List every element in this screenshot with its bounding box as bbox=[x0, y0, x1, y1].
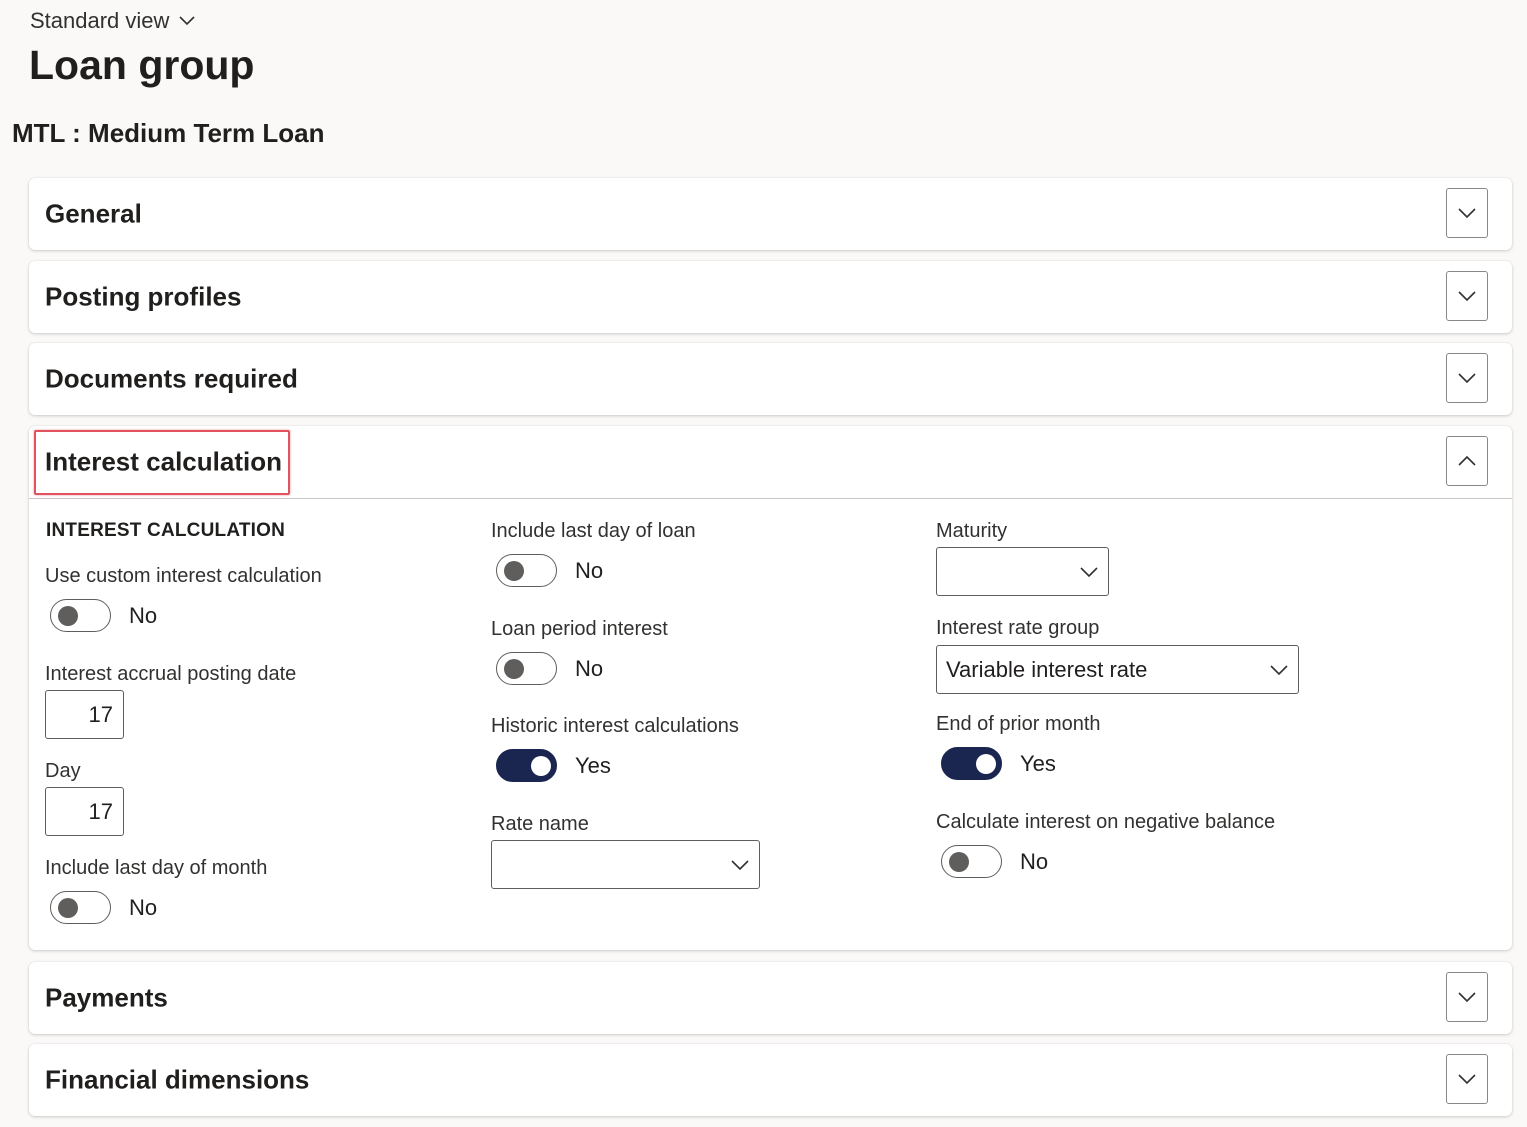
negative-balance-toggle-row: No bbox=[941, 845, 1048, 878]
fasttab-posting-profiles-title: Posting profiles bbox=[45, 281, 242, 312]
include-last-day-loan-toggle-row: No bbox=[496, 554, 603, 587]
chevron-down-icon bbox=[1458, 373, 1476, 384]
include-last-day-loan-label: Include last day of loan bbox=[491, 520, 696, 542]
chevron-down-icon bbox=[1458, 208, 1476, 219]
toggle-knob bbox=[949, 852, 969, 872]
negative-balance-value: No bbox=[1020, 848, 1049, 874]
include-last-day-month-toggle-row: No bbox=[50, 891, 157, 924]
chevron-up-icon bbox=[1458, 455, 1476, 466]
chevron-down-icon bbox=[1270, 665, 1288, 676]
chevron-down-icon bbox=[1458, 1074, 1476, 1085]
include-last-day-loan-value: No bbox=[575, 557, 604, 583]
view-selector-label: Standard view bbox=[30, 8, 170, 33]
toggle-knob bbox=[58, 898, 78, 918]
end-of-prior-month-toggle-row: Yes bbox=[941, 747, 1056, 780]
toggle-knob bbox=[58, 606, 78, 626]
accrual-posting-date-input[interactable]: 17 bbox=[45, 690, 124, 739]
loan-period-interest-value: No bbox=[575, 655, 604, 681]
maturity-select[interactable] bbox=[936, 547, 1109, 596]
expand-payments-button[interactable] bbox=[1446, 972, 1488, 1022]
interest-rate-group-select[interactable]: Variable interest rate bbox=[936, 645, 1299, 694]
include-last-day-month-toggle[interactable] bbox=[50, 891, 111, 924]
view-selector[interactable]: Standard view bbox=[30, 8, 197, 34]
expand-financial-dimensions-button[interactable] bbox=[1446, 1054, 1488, 1104]
page-title: Loan group bbox=[29, 42, 255, 88]
include-last-day-month-label: Include last day of month bbox=[45, 857, 268, 879]
include-last-day-month-value: No bbox=[129, 894, 158, 920]
chevron-down-icon bbox=[179, 16, 195, 26]
fasttab-payments-title: Payments bbox=[45, 982, 168, 1013]
toggle-knob bbox=[504, 659, 524, 679]
fasttab-payments: Payments bbox=[29, 962, 1512, 1034]
fasttab-interest-calculation-header[interactable]: Interest calculation bbox=[29, 426, 1512, 498]
loan-period-interest-toggle[interactable] bbox=[496, 652, 557, 685]
expand-general-button[interactable] bbox=[1446, 188, 1488, 238]
fasttab-documents-required: Documents required bbox=[29, 343, 1512, 415]
toggle-knob bbox=[504, 561, 524, 581]
accrual-posting-date-label: Interest accrual posting date bbox=[45, 663, 297, 685]
fasttab-interest-calculation: Interest calculation INTEREST CALCULATIO… bbox=[29, 426, 1512, 950]
include-last-day-loan-toggle[interactable] bbox=[496, 554, 557, 587]
loan-period-interest-toggle-row: No bbox=[496, 652, 603, 685]
historic-interest-toggle[interactable] bbox=[496, 749, 557, 782]
toggle-knob bbox=[531, 756, 551, 776]
fasttab-payments-header[interactable]: Payments bbox=[29, 962, 1512, 1034]
maturity-label: Maturity bbox=[936, 520, 1008, 542]
fasttab-documents-required-title: Documents required bbox=[45, 363, 298, 394]
collapse-interest-calculation-button[interactable] bbox=[1446, 436, 1488, 486]
expand-posting-profiles-button[interactable] bbox=[1446, 271, 1488, 321]
use-custom-label: Use custom interest calculation bbox=[45, 565, 322, 587]
rate-name-select[interactable] bbox=[491, 840, 760, 889]
interest-calculation-body: INTEREST CALCULATION Use custom interest… bbox=[29, 498, 1512, 950]
expand-documents-required-button[interactable] bbox=[1446, 353, 1488, 403]
fasttab-interest-calculation-title: Interest calculation bbox=[45, 446, 282, 477]
end-of-prior-month-label: End of prior month bbox=[936, 713, 1101, 735]
loan-period-interest-label: Loan period interest bbox=[491, 618, 668, 640]
use-custom-toggle-row: No bbox=[50, 599, 157, 632]
chevron-down-icon bbox=[1080, 567, 1098, 578]
day-input[interactable]: 17 bbox=[45, 787, 124, 836]
historic-interest-label: Historic interest calculations bbox=[491, 715, 739, 737]
negative-balance-toggle[interactable] bbox=[941, 845, 1002, 878]
rate-name-label: Rate name bbox=[491, 813, 589, 835]
fasttab-posting-profiles: Posting profiles bbox=[29, 261, 1512, 333]
fasttab-financial-dimensions-title: Financial dimensions bbox=[45, 1064, 310, 1095]
chevron-down-icon bbox=[1458, 992, 1476, 1003]
fasttab-general-header[interactable]: General bbox=[29, 178, 1512, 250]
fasttab-financial-dimensions: Financial dimensions bbox=[29, 1044, 1512, 1116]
fasttab-financial-dimensions-header[interactable]: Financial dimensions bbox=[29, 1044, 1512, 1116]
interest-rate-group-value: Variable interest rate bbox=[946, 657, 1148, 682]
historic-interest-toggle-row: Yes bbox=[496, 749, 611, 782]
use-custom-value: No bbox=[129, 602, 158, 628]
fasttab-posting-profiles-header[interactable]: Posting profiles bbox=[29, 261, 1512, 333]
end-of-prior-month-toggle[interactable] bbox=[941, 747, 1002, 780]
record-title: MTL : Medium Term Loan bbox=[12, 118, 325, 148]
historic-interest-value: Yes bbox=[575, 752, 611, 778]
day-label: Day bbox=[45, 760, 81, 782]
interest-rate-group-label: Interest rate group bbox=[936, 617, 1100, 639]
chevron-down-icon bbox=[731, 860, 749, 871]
toggle-knob bbox=[976, 754, 996, 774]
fasttab-general-title: General bbox=[45, 198, 142, 229]
fasttab-general: General bbox=[29, 178, 1512, 250]
chevron-down-icon bbox=[1458, 291, 1476, 302]
section-heading: INTEREST CALCULATION bbox=[46, 520, 286, 541]
negative-balance-label: Calculate interest on negative balance bbox=[936, 811, 1276, 833]
use-custom-toggle[interactable] bbox=[50, 599, 111, 632]
fasttab-documents-required-header[interactable]: Documents required bbox=[29, 343, 1512, 415]
end-of-prior-month-value: Yes bbox=[1020, 750, 1056, 776]
